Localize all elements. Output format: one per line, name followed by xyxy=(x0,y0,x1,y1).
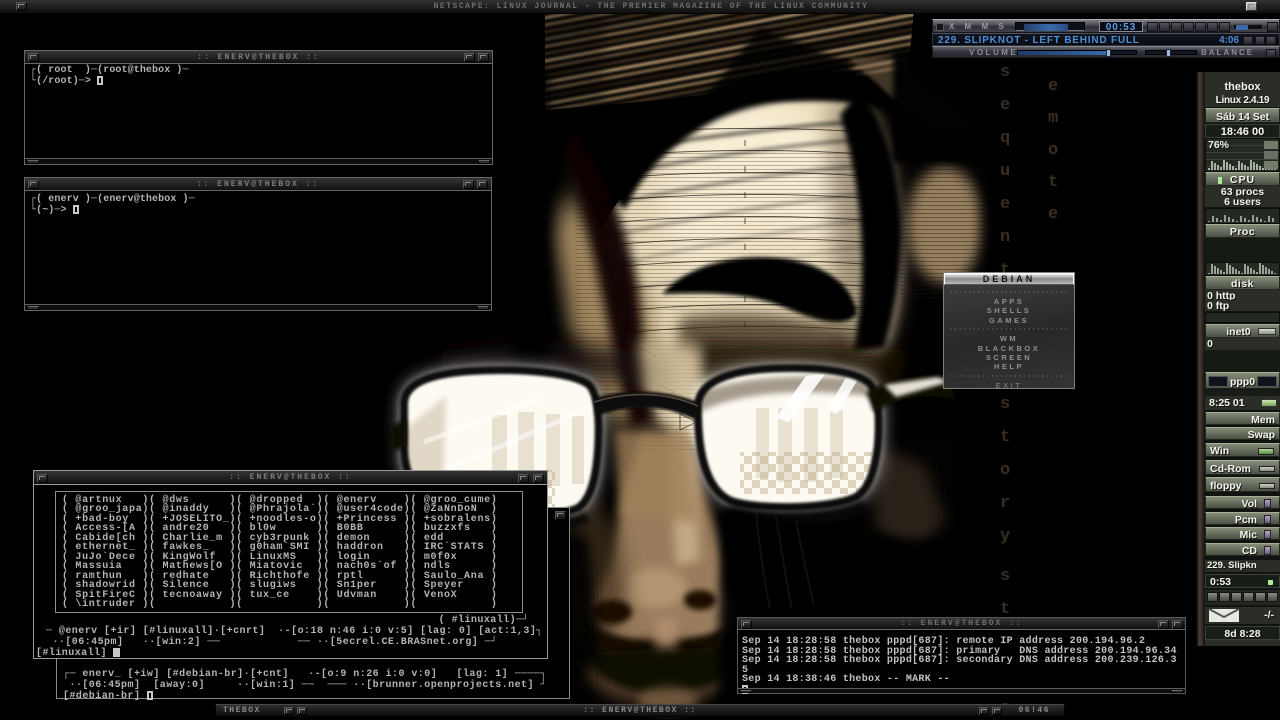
svg-text:e: e xyxy=(1048,205,1058,224)
svg-text:e: e xyxy=(1000,96,1010,115)
svg-text:s: s xyxy=(1000,567,1010,586)
svg-text:t: t xyxy=(1048,173,1058,192)
svg-text:o: o xyxy=(1000,461,1010,480)
svg-text:n: n xyxy=(1000,228,1010,247)
svg-text:m: m xyxy=(1048,109,1058,128)
svg-text:t: t xyxy=(1000,428,1010,447)
svg-text:q: q xyxy=(1000,129,1010,148)
svg-text:y: y xyxy=(1000,527,1010,546)
svg-text:e: e xyxy=(1000,195,1010,214)
svg-text:r: r xyxy=(1000,494,1010,513)
svg-text:e: e xyxy=(1048,77,1058,96)
svg-text:s: s xyxy=(1000,63,1010,82)
svg-text:u: u xyxy=(1000,162,1010,181)
svg-text:s: s xyxy=(1000,395,1010,414)
svg-text:o: o xyxy=(1048,141,1058,160)
